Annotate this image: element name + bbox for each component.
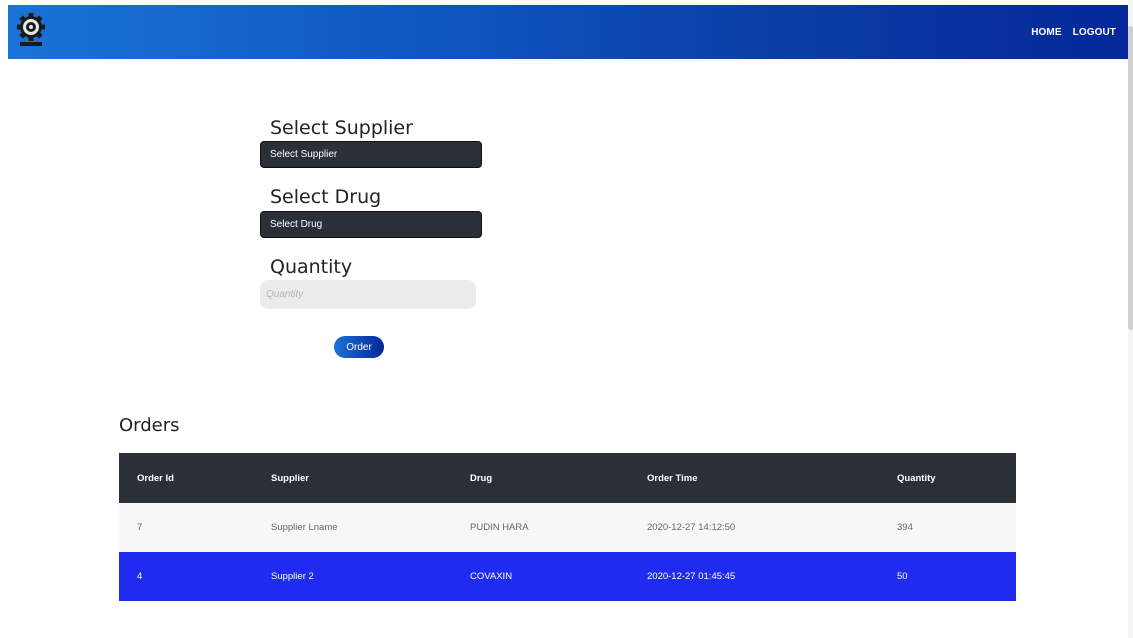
supplier-select[interactable]: Select Supplier (260, 141, 482, 168)
scrollbar-thumb[interactable] (1128, 26, 1133, 330)
column-header-quantity: Quantity (897, 472, 936, 484)
column-header-order-id: Order Id (137, 472, 174, 484)
supplier-cell: Supplier Lname (271, 522, 338, 533)
supplier-cell: Supplier 2 (271, 571, 314, 582)
drug-cell: PUDIN HARA (470, 522, 529, 533)
top-navbar: HOME LOGOUT (8, 5, 1128, 59)
quantity-label: Quantity (270, 256, 353, 278)
order-time-cell: 2020-12-27 14:12:50 (647, 522, 736, 533)
quantity-cell: 50 (897, 571, 908, 582)
home-link[interactable]: HOME (1031, 27, 1061, 38)
column-header-drug: Drug (470, 472, 493, 484)
orders-heading: Orders (119, 415, 180, 436)
table-header-row: Order Id Supplier Drug Order Time Quanti… (119, 453, 1016, 503)
orders-table: Order Id Supplier Drug Order Time Quanti… (119, 453, 1016, 601)
order-id-cell: 4 (137, 571, 143, 582)
gear-logo-icon[interactable] (16, 12, 46, 48)
table-row[interactable]: 4 Supplier 2 COVAXIN 2020-12-27 01:45:45… (119, 552, 1016, 601)
table-row[interactable]: 7 Supplier Lname PUDIN HARA 2020-12-27 1… (119, 503, 1016, 552)
order-button[interactable]: Order (334, 336, 384, 358)
order-time-cell: 2020-12-27 01:45:45 (647, 571, 736, 582)
quantity-cell: 394 (897, 522, 913, 533)
column-header-order-time: Order Time (647, 472, 698, 484)
drug-cell: COVAXIN (470, 571, 513, 582)
column-header-supplier: Supplier (271, 472, 310, 484)
supplier-label: Select Supplier (270, 117, 413, 139)
drug-select[interactable]: Select Drug (260, 211, 482, 238)
page-scrollbar[interactable] (1128, 0, 1133, 638)
nav-links: HOME LOGOUT (1031, 27, 1116, 38)
order-id-cell: 7 (137, 522, 143, 533)
drug-label: Select Drug (270, 186, 382, 208)
logout-link[interactable]: LOGOUT (1073, 27, 1116, 38)
quantity-input[interactable] (260, 280, 476, 309)
